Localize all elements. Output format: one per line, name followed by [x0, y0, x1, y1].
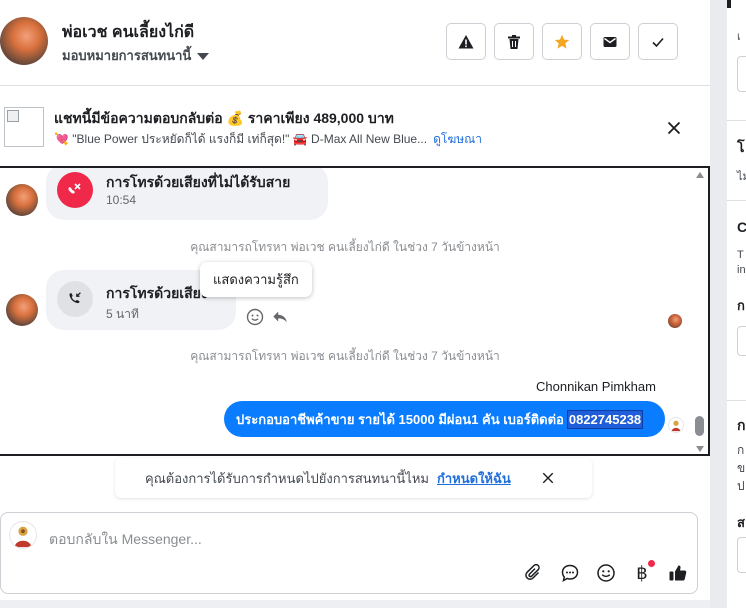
panel-input[interactable] — [737, 537, 746, 573]
emoji-button[interactable] — [593, 560, 619, 586]
chat-bubble-icon — [561, 564, 579, 582]
panel-text: T — [737, 249, 744, 261]
composer-tools: ฿ — [521, 560, 691, 586]
panel-input[interactable] — [737, 56, 746, 92]
panel-text: เ — [737, 31, 741, 43]
seen-avatar — [668, 314, 682, 328]
baht-icon: ฿ — [636, 562, 648, 584]
ad-thumbnail[interactable] — [4, 107, 44, 147]
chevron-down-icon — [197, 52, 210, 60]
thread-scrollbar[interactable] — [694, 168, 706, 454]
delete-button[interactable] — [494, 23, 534, 60]
ad-banner: แชทนี้มีข้อความตอบกลับต่อ 💰 ราคาเพียง 48… — [0, 86, 710, 166]
checkmark-icon — [652, 37, 664, 47]
phone-number-highlight[interactable]: 0822745238 — [566, 409, 644, 429]
contact-name[interactable]: พ่อเวช คนเลี้ยงไก่ดี — [62, 20, 194, 45]
panel-divider — [727, 400, 746, 401]
panel-gutter — [710, 0, 727, 608]
emoji-icon — [597, 564, 615, 582]
mark-spam-button[interactable] — [446, 23, 486, 60]
panel-heading: โ — [737, 139, 745, 155]
ad-subtitle-row: 💘 "Blue Power ประหยัดก็ได้ แรงก็มี เท่ก็… — [54, 130, 482, 149]
panel-heading: ก — [737, 417, 746, 433]
missed-call-bubble[interactable]: การโทรด้วยเสียงที่ไม่ได้รับสาย 10:54 — [46, 168, 328, 220]
panel-text: in — [737, 264, 746, 276]
missed-call-time: 10:54 — [106, 193, 137, 207]
incoming-call-icon — [57, 281, 93, 317]
contact-avatar-small[interactable] — [6, 184, 38, 216]
assign-suggestion: คุณต้องการได้รับการกำหนดไปยังการสนทนานี้… — [115, 458, 592, 498]
outgoing-message-text: ประกอบอาชีพค้าขาย รายได้ 15000 มีผ่อน1 ค… — [236, 411, 564, 427]
paperclip-icon — [525, 563, 540, 581]
missed-call-icon — [57, 172, 93, 208]
contact-avatar[interactable] — [0, 17, 48, 65]
message-thread[interactable]: การโทรด้วยเสียงที่ไม่ได้รับสาย 10:54 คุณ… — [0, 166, 710, 456]
trash-icon — [508, 34, 520, 49]
page-avatar — [9, 521, 37, 549]
panel-text: ไม — [737, 171, 746, 183]
voice-call-title: การโทรด้วยเสียง — [106, 285, 208, 301]
assign-label: มอบหมายการสนทนานี้ — [62, 48, 192, 63]
react-tooltip: แสดงความรู้สึก — [200, 262, 312, 297]
notification-dot — [648, 560, 655, 567]
message-composer: ฿ — [0, 512, 698, 594]
mark-done-button[interactable] — [638, 23, 678, 60]
view-ad-link[interactable]: ดูโฆษณา — [433, 130, 482, 149]
warning-icon — [458, 34, 474, 48]
scroll-thumb[interactable] — [695, 416, 704, 436]
reply-button[interactable] — [270, 307, 290, 327]
panel-divider — [727, 200, 746, 201]
voice-call-duration: 5 นาที — [106, 307, 139, 321]
panel-text: ข — [737, 461, 746, 475]
conversation-header: พ่อเวช คนเลี้ยงไก่ดี มอบหมายการสนทนานี้ — [0, 0, 710, 86]
star-button[interactable] — [542, 23, 582, 60]
emoji-icon — [246, 308, 264, 326]
scroll-down-arrow[interactable] — [696, 446, 704, 452]
assign-suggestion-text: คุณต้องการได้รับการกำหนดไปยังการสนทนานี้… — [145, 470, 429, 486]
thumbs-up-icon — [669, 565, 687, 581]
call-availability-note: คุณสามารถโทรหา พ่อเวช คนเลี้ยงไก่ดี ในช่… — [190, 349, 500, 363]
panel-label: ก — [737, 298, 745, 313]
saved-replies-button[interactable] — [557, 560, 583, 586]
assign-dropdown[interactable]: มอบหมายการสนทนานี้ — [62, 45, 210, 66]
panel-divider — [727, 120, 746, 121]
attach-button[interactable] — [521, 560, 547, 586]
close-ad-button[interactable] — [664, 118, 684, 138]
panel-heading-fragment — [727, 0, 731, 8]
reply-icon — [273, 311, 287, 323]
contact-details-panel: เ โ ไม C T in ก ก ก ข ป ส — [727, 0, 746, 608]
close-icon — [667, 121, 681, 135]
payment-button[interactable]: ฿ — [629, 560, 655, 586]
star-icon — [554, 34, 570, 49]
close-icon — [542, 472, 554, 484]
outgoing-message-bubble[interactable]: ประกอบอาชีพค้าขาย รายได้ 15000 มีผ่อน1 ค… — [224, 401, 665, 437]
close-suggestion-button[interactable] — [538, 468, 558, 488]
panel-text: ป — [737, 479, 745, 493]
reply-input[interactable] — [49, 529, 609, 549]
ad-subtitle: 💘 "Blue Power ประหยัดก็ได้ แรงก็มี เท่ก็… — [54, 132, 428, 146]
panel-label: ส — [737, 515, 745, 530]
missed-call-title: การโทรด้วยเสียงที่ไม่ได้รับสาย — [106, 174, 291, 190]
user-avatar-small — [668, 417, 684, 433]
sender-name: Chonnikan Pimkham — [536, 379, 656, 394]
panel-select[interactable] — [737, 326, 746, 356]
header-actions — [446, 23, 678, 60]
panel-heading: C — [737, 219, 746, 235]
react-button[interactable] — [245, 307, 265, 327]
ad-title: แชทนี้มีข้อความตอบกลับต่อ 💰 ราคาเพียง 48… — [54, 110, 394, 126]
call-availability-note: คุณสามารถโทรหา พ่อเวช คนเลี้ยงไก่ดี ในช่… — [190, 240, 500, 254]
scroll-up-arrow[interactable] — [696, 172, 704, 178]
panel-text: ก — [737, 443, 745, 457]
bottom-strip — [0, 600, 710, 608]
contact-avatar-small[interactable] — [6, 294, 38, 326]
like-button[interactable] — [665, 560, 691, 586]
assign-to-me-link[interactable]: กำหนดให้ฉัน — [437, 468, 511, 489]
mark-unread-button[interactable] — [590, 23, 630, 60]
envelope-icon — [603, 36, 617, 47]
